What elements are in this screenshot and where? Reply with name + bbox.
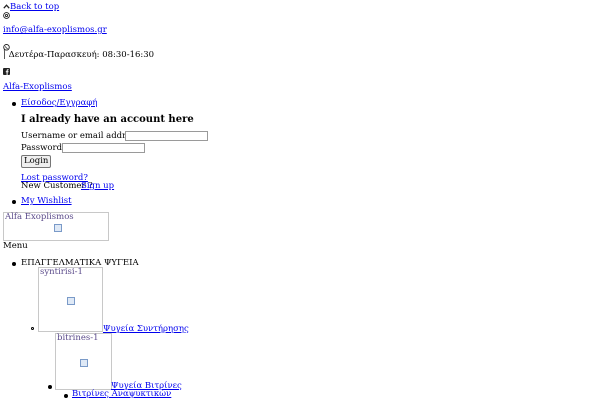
list-bullet [48, 385, 52, 389]
at-sign-icon [3, 12, 10, 19]
list-bullet [12, 102, 16, 106]
password-input[interactable] [62, 143, 145, 153]
category-thumbnail[interactable]: syntirisi-1 [38, 267, 103, 332]
email-link[interactable]: info@alfa-exoplismos.gr [3, 25, 107, 36]
list-bullet [31, 327, 34, 330]
site-logo[interactable]: Alfa Exoplismos [3, 212, 109, 241]
opening-hours: | Δευτέρα-Παρασκευή: 08:30-16:30 [3, 50, 155, 60]
chevron-up-icon [3, 3, 10, 10]
broken-image-icon [67, 297, 75, 305]
menu-item-storage-fridges[interactable]: Ψυγεία Συντήρησης [103, 324, 189, 335]
menu-toggle[interactable]: Menu [3, 241, 28, 252]
submenu-item-beverage-displays[interactable]: Βιτρίνες Αναψυκτικών [72, 389, 171, 400]
list-bullet [12, 262, 16, 266]
site-name-link[interactable]: Alfa-Exoplismos [3, 82, 72, 93]
signup-link[interactable]: Sign up [81, 181, 114, 192]
wishlist-link[interactable]: My Wishlist [21, 196, 72, 207]
category-thumbnail[interactable]: bitrines-1 [55, 333, 112, 390]
back-to-top-link[interactable]: Back to top [3, 2, 59, 13]
login-register-link[interactable]: Είσοδος/Εγγραφή [21, 98, 97, 109]
facebook-icon[interactable] [3, 68, 10, 75]
list-bullet [12, 200, 16, 204]
broken-image-icon [80, 359, 88, 367]
login-button[interactable]: Login [21, 155, 52, 168]
login-form-title: I already have an account here [21, 114, 194, 125]
list-bullet [64, 394, 68, 398]
broken-image-icon [54, 224, 62, 232]
username-input[interactable] [125, 131, 208, 141]
